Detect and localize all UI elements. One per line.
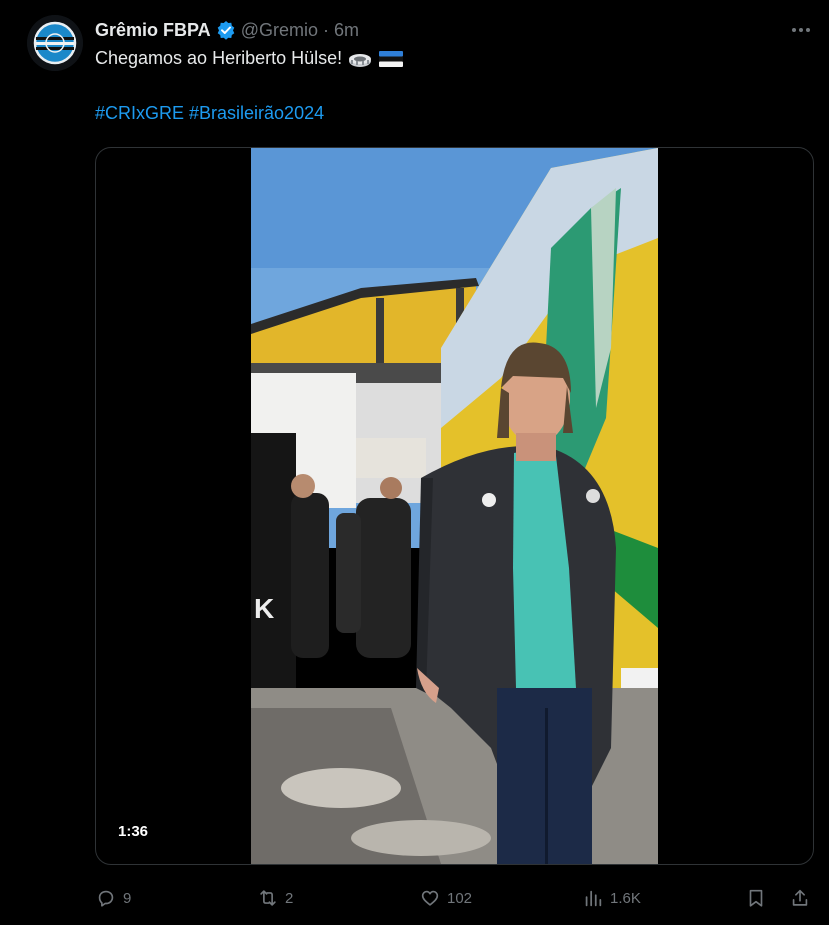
gremio-crest-icon xyxy=(27,15,83,71)
tweet-text: Chegamos ao Heriberto Hülse! xyxy=(95,48,404,69)
estonia-flag-emoji-icon xyxy=(378,49,404,69)
action-bar: 9 2 102 1.6K xyxy=(95,882,819,914)
more-dot-icon xyxy=(792,28,796,32)
hashtag-link[interactable]: #Brasileirão2024 xyxy=(189,103,324,123)
hashtag-link[interactable]: #CRIxGRE xyxy=(95,103,184,123)
reply-count: 9 xyxy=(123,889,132,907)
timestamp[interactable]: 6m xyxy=(334,20,359,41)
avatar[interactable] xyxy=(27,15,83,71)
tweet: Grêmio FBPA @Gremio · 6m Chegamos ao Her… xyxy=(0,0,829,925)
reply-icon xyxy=(98,890,114,907)
more-dot-icon xyxy=(806,28,810,32)
hashtags: #CRIxGRE #Brasileirão2024 xyxy=(95,103,324,124)
repost-count: 2 xyxy=(285,889,294,907)
share-icon xyxy=(792,889,808,906)
video-duration: 1:36 xyxy=(108,821,159,842)
bookmark-icon xyxy=(749,889,763,907)
more-options-button[interactable] xyxy=(784,18,818,42)
repost-button[interactable]: 2 xyxy=(257,882,293,914)
like-count: 102 xyxy=(447,889,473,907)
like-icon xyxy=(421,890,439,906)
like-button[interactable]: 102 xyxy=(419,882,472,914)
video-player[interactable]: K 1:36 xyxy=(95,147,814,865)
share-button[interactable] xyxy=(789,882,811,914)
separator: · xyxy=(322,19,329,40)
display-name[interactable]: Grêmio FBPA xyxy=(95,20,211,41)
views-count: 1.6K xyxy=(610,889,641,907)
bookmark-button[interactable] xyxy=(745,882,767,914)
verified-badge-icon xyxy=(216,20,236,40)
tweet-header: Grêmio FBPA @Gremio · 6m xyxy=(95,17,359,43)
repost-icon xyxy=(260,890,276,906)
handle[interactable]: @Gremio xyxy=(241,20,318,41)
views-icon xyxy=(585,890,602,907)
reply-button[interactable]: 9 xyxy=(95,882,131,914)
stadium-emoji-icon xyxy=(348,49,372,69)
views-button[interactable]: 1.6K xyxy=(582,882,641,914)
svg-text:K: K xyxy=(254,593,274,624)
tweet-text-content: Chegamos ao Heriberto Hülse! xyxy=(95,48,343,68)
more-dot-icon xyxy=(799,28,803,32)
video-frame[interactable]: K xyxy=(251,148,658,864)
video-thumbnail: K xyxy=(251,148,658,864)
